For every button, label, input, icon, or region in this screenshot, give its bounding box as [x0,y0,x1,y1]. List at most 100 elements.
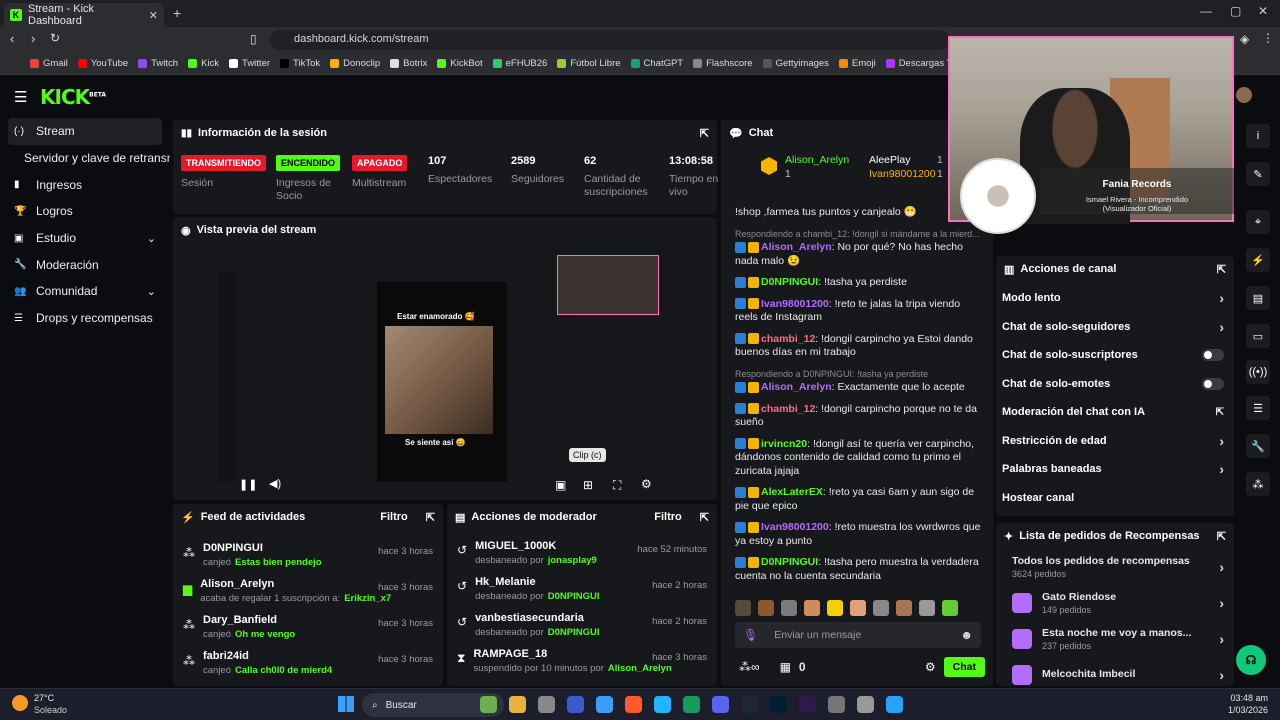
emote-icon[interactable] [781,600,797,616]
emote-icon[interactable] [735,600,751,616]
close-window-icon[interactable]: ✕ [1258,4,1268,18]
bookmark-item[interactable]: YouTube [77,58,128,69]
comment-icon[interactable]: ▭ [1246,324,1270,348]
popout-icon[interactable]: ⇱ [700,127,709,140]
mic-icon[interactable]: 🎙 [743,628,758,642]
pause-icon[interactable]: ❚❚ [239,478,257,491]
chat-username[interactable]: chambi_12 [761,333,815,345]
taskbar-app-icon[interactable] [683,696,700,713]
taskbar-app-icon[interactable] [538,696,555,713]
reward-row[interactable]: Todos los pedidos de recompensas 3624 ped… [996,549,1234,585]
settings-icon[interactable]: ⚙ [641,477,652,491]
bookmark-item[interactable]: Gmail [30,58,68,69]
emote-icon[interactable] [942,600,958,616]
popout-icon[interactable]: ⇱ [426,511,435,524]
fullscreen-icon[interactable]: ⛶ [613,478,621,493]
bookmark-item[interactable]: Fútbol Libre [557,58,621,69]
bookmark-item[interactable]: Botrix [390,58,427,69]
edit-icon[interactable]: ✎ [1246,162,1270,186]
modaction-user[interactable]: MIGUEL_1000K [475,540,597,552]
mod-tools-icon[interactable]: ⁂∞ [739,660,760,674]
broadcast-icon[interactable]: ((•)) [1246,360,1270,384]
emote-icon[interactable] [873,600,889,616]
chat-username[interactable]: Alison_Arelyn [761,381,832,393]
url-field[interactable]: dashboard.kick.com/stream [270,30,950,50]
reload-icon[interactable]: ↻ [50,31,60,45]
top-gifter-2[interactable]: AleePlay [869,154,910,166]
top-gifter-3[interactable]: Ivan98001200 [869,168,936,180]
new-tab-icon[interactable]: + [173,5,181,21]
chat-username[interactable]: Ivan98001200 [761,521,829,533]
volume-icon[interactable]: ◀) [269,477,281,490]
sidebar-item-7[interactable]: 👥 Comunidad ⌄ [0,278,170,305]
chevron-down-icon[interactable]: ⌄ [147,232,156,245]
taskbar-app-icon[interactable] [509,696,526,713]
chat-username[interactable]: Ivan98001200 [761,298,829,310]
chat-reply-context[interactable]: Respondiendo a chambi_12: !dongil si mán… [735,228,981,242]
modactions-filter-button[interactable]: Filtro [654,511,682,523]
top-gifter-1[interactable]: Alison_Arelyn [785,154,849,166]
chevron-down-icon[interactable]: ⌄ [147,285,156,298]
channel-action-6[interactable]: Restricción de edad › [996,427,1234,456]
modaction-user[interactable]: vanbestiasecundaria [475,612,599,624]
modaction-by[interactable]: D0NPINGUI [548,627,600,638]
emote-icon[interactable] [896,600,912,616]
channel-action-1[interactable]: Modo lento › [996,284,1234,313]
forward-icon[interactable]: › [31,31,35,46]
bookmark-item[interactable]: TikTok [280,58,320,69]
sidebar-item-3[interactable]: ▮ Ingresos [0,171,170,198]
close-tab-icon[interactable]: ✕ [149,9,158,22]
feed-user[interactable]: fabri24id [203,650,332,662]
chat-reply-context[interactable]: Respondiendo a D0NPINGUI: !tasha ya perd… [735,368,981,382]
bookmark-item[interactable]: KickBot [437,58,483,69]
minimize-icon[interactable]: — [1200,4,1212,18]
reward-row[interactable]: Gato Riendose 149 pedidos › [996,585,1234,621]
toggle-switch[interactable] [1202,377,1224,390]
taskbar-app-icon[interactable] [625,696,642,713]
emote-icon[interactable] [919,600,935,616]
taskbar-app-icon[interactable] [654,696,671,713]
send-chat-button[interactable]: Chat [943,657,985,677]
taskbar-app-icon[interactable] [480,696,497,713]
bookmark-item[interactable]: Gettyimages [762,58,829,69]
chat-username[interactable]: AlexLaterEX [761,486,823,498]
emote-icon[interactable] [827,600,843,616]
clip-icon[interactable]: ⊞ [583,478,593,492]
taskbar-app-icon[interactable] [799,696,816,713]
taskbar-app-icon[interactable] [770,696,787,713]
taskbar-app-icon[interactable] [596,696,613,713]
chat-username[interactable]: Alison_Arelyn [761,241,832,253]
taskbar-app-icon[interactable] [712,696,729,713]
taskbar-app-icon[interactable] [886,696,903,713]
emoji-icon[interactable]: ☻ [960,628,973,642]
channel-action-3[interactable]: Chat de solo-suscriptores [996,341,1234,370]
feed-user[interactable]: D0NPINGUI [203,542,322,554]
user-avatar[interactable] [1236,87,1252,103]
channel-action-2[interactable]: Chat de solo-seguidores › [996,313,1234,342]
taskbar-app-icon[interactable] [741,696,758,713]
modaction-by[interactable]: Alison_Arelyn [608,663,672,674]
page-icon[interactable]: ▤ [1246,286,1270,310]
popout-icon[interactable]: ⇱ [1217,530,1226,543]
chat-input[interactable]: 🎙 Enviar un mensaje ☻ [735,622,981,648]
bookmark-item[interactable]: Flashscore [693,58,753,69]
browser-menu-icon[interactable]: ⋮ [1262,31,1274,45]
pip-icon[interactable]: ▣ [555,478,566,492]
bookmark-item[interactable]: Emoji [838,58,876,69]
feed-filter-button[interactable]: Filtro [380,511,408,523]
bookmark-icon[interactable]: ▯ [250,32,257,46]
hamburger-menu-icon[interactable]: ☰ [14,88,27,106]
modaction-by[interactable]: D0NPINGUI [548,591,600,602]
popout-icon[interactable]: ⇱ [1217,263,1226,276]
bookmark-item[interactable]: eFHUB26 [492,58,547,69]
modaction-user[interactable]: Hk_Melanie [475,576,599,588]
people-icon[interactable]: ⁂ [1246,472,1270,496]
stream-preview-video[interactable]: Estar enamorado 🥰 Se siente así 😄 Clip (… [217,242,677,497]
bookmark-item[interactable]: Kick [188,58,219,69]
taskbar-app-icon[interactable] [857,696,874,713]
feed-user[interactable]: Alison_Arelyn [200,578,391,590]
windows-start-icon[interactable] [338,696,354,712]
chat-username[interactable]: D0NPINGUI [761,556,818,568]
bookmark-item[interactable]: Donoclip [330,58,380,69]
bolt-icon[interactable]: ⚡ [1246,248,1270,272]
